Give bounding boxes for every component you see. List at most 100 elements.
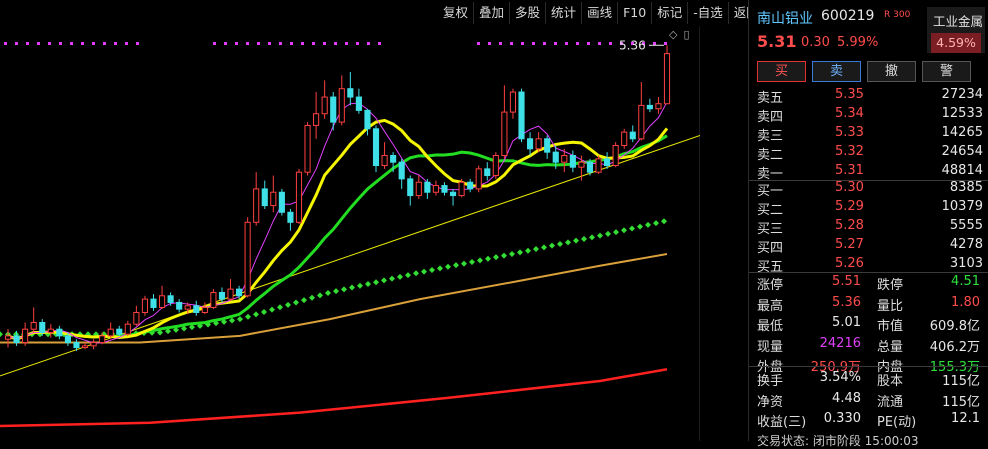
stat-key: 净资 xyxy=(757,394,784,410)
sector-name: 工业金属 xyxy=(933,14,984,29)
ma-60-marker xyxy=(445,263,451,270)
ma-60-marker xyxy=(397,273,403,280)
stat-key: 涨停 xyxy=(757,278,784,293)
signal-dot xyxy=(279,42,282,45)
kline-chart[interactable]: 5.205.004.804.604.404.204.003.803.603.40… xyxy=(0,26,700,441)
bids-row[interactable]: 买一 5.30 8385 xyxy=(749,180,988,199)
stat-key: 总量 xyxy=(877,339,904,355)
asks-row[interactable]: 卖二 5.32 24654 xyxy=(749,144,988,163)
bids-row[interactable]: 买三 5.28 5555 xyxy=(749,218,988,237)
stat-item: 涨停 5.51 xyxy=(757,274,861,293)
alert-button[interactable]: 警 xyxy=(922,61,971,82)
signal-dot xyxy=(92,42,95,45)
signal-dot xyxy=(356,42,359,45)
signal-dot xyxy=(26,42,29,45)
candle-body xyxy=(330,96,337,123)
signal-dot xyxy=(268,42,271,45)
candle-body xyxy=(90,342,97,347)
candle-body xyxy=(244,221,251,297)
ma-60-marker xyxy=(373,279,379,286)
sector-box[interactable]: 工业金属 4.59% xyxy=(927,7,985,53)
level-volume: 5555 xyxy=(949,218,983,233)
toolbar-button-2[interactable]: 多股 xyxy=(510,2,547,24)
window-icon[interactable]: ▯ xyxy=(683,28,689,41)
signal-dot xyxy=(59,42,62,45)
signal-dot xyxy=(114,42,117,45)
stat-key: 最高 xyxy=(757,298,784,314)
toolbar-button-5[interactable]: F10 xyxy=(618,2,653,24)
toolbar-button-1[interactable]: 叠加 xyxy=(474,2,511,24)
candle-body xyxy=(236,288,243,297)
candle-body xyxy=(526,138,534,150)
signal-dot xyxy=(213,42,216,45)
asks-row[interactable]: 卖一 5.31 48814 xyxy=(749,163,988,182)
stock-name: 南山铝业 xyxy=(757,11,813,27)
candle-body xyxy=(518,91,525,140)
ma-60-marker xyxy=(253,311,259,318)
level-label: 卖三 xyxy=(757,129,784,144)
level-label: 卖五 xyxy=(757,91,784,106)
signal-dot xyxy=(224,42,227,45)
candle-body xyxy=(638,104,645,140)
bids-row[interactable]: 买四 5.27 4278 xyxy=(749,237,988,256)
stat-value: 5.01 xyxy=(832,315,861,330)
signal-dot xyxy=(257,42,260,45)
ma-60-marker xyxy=(485,255,491,262)
price-change-pct: 5.99% xyxy=(837,35,879,50)
ma-60-marker xyxy=(653,220,659,227)
asks-row[interactable]: 卖五 5.35 27234 xyxy=(749,87,988,106)
asks-row[interactable]: 卖四 5.34 12533 xyxy=(749,106,988,125)
level-price: 5.35 xyxy=(835,87,864,102)
candle-body xyxy=(552,151,559,163)
candle-body xyxy=(141,298,149,313)
candle-body xyxy=(449,191,457,197)
ma-60-marker xyxy=(309,294,315,301)
diamond-icon[interactable]: ◇ xyxy=(669,28,677,41)
signal-dot xyxy=(125,42,128,45)
ma-60-marker xyxy=(429,266,435,273)
candle-body xyxy=(612,144,619,167)
level-label: 买二 xyxy=(757,203,784,218)
candle-body xyxy=(116,328,123,335)
stat-value: 0.330 xyxy=(823,411,861,426)
candle-body xyxy=(150,298,157,308)
ma-60-marker xyxy=(333,288,339,295)
asks-row[interactable]: 卖三 5.33 14265 xyxy=(749,125,988,144)
ma-60-marker xyxy=(509,250,515,257)
signal-dot xyxy=(653,42,656,45)
candle-body xyxy=(124,323,131,335)
level-volume: 48814 xyxy=(941,163,983,178)
buy-button[interactable]: 买 xyxy=(757,61,806,82)
toolbar-button-4[interactable]: 画线 xyxy=(582,2,619,24)
level-price: 5.30 xyxy=(835,180,864,195)
ma-60-marker xyxy=(453,262,459,269)
level-price: 5.31 xyxy=(835,163,864,178)
candle-body xyxy=(201,306,208,313)
stat-value: 24216 xyxy=(819,335,861,351)
signal-dot xyxy=(510,42,513,45)
stat-value: 5.51 xyxy=(832,274,861,289)
bids-row[interactable]: 买二 5.29 10379 xyxy=(749,199,988,218)
level-volume: 8385 xyxy=(949,180,983,195)
candle-body xyxy=(227,288,234,300)
signal-dot xyxy=(103,42,106,45)
toolbar-button-6[interactable]: 标记 xyxy=(652,2,689,24)
ma-60-marker xyxy=(629,225,635,232)
level-volume: 27234 xyxy=(941,87,983,102)
level-price: 5.32 xyxy=(835,144,864,159)
ma-60-marker xyxy=(341,286,347,293)
sell-button[interactable]: 卖 xyxy=(812,61,861,82)
ma-60-marker xyxy=(565,239,571,246)
toolbar-button-7[interactable]: -自选 xyxy=(688,2,729,24)
ma-60-marker xyxy=(549,242,555,249)
stat-value: 609.8亿 xyxy=(929,319,980,334)
level-price: 5.27 xyxy=(835,237,864,252)
toolbar-button-0[interactable]: 复权 xyxy=(438,2,475,24)
toolbar-button-3[interactable]: 统计 xyxy=(546,2,583,24)
level-volume: 12533 xyxy=(941,106,983,121)
candle-body xyxy=(176,301,183,310)
signal-dot xyxy=(4,42,7,45)
stat-key: 跌停 xyxy=(877,278,904,293)
cancel-order-button[interactable]: 撤 xyxy=(867,61,916,82)
ma-60-marker xyxy=(413,270,419,277)
